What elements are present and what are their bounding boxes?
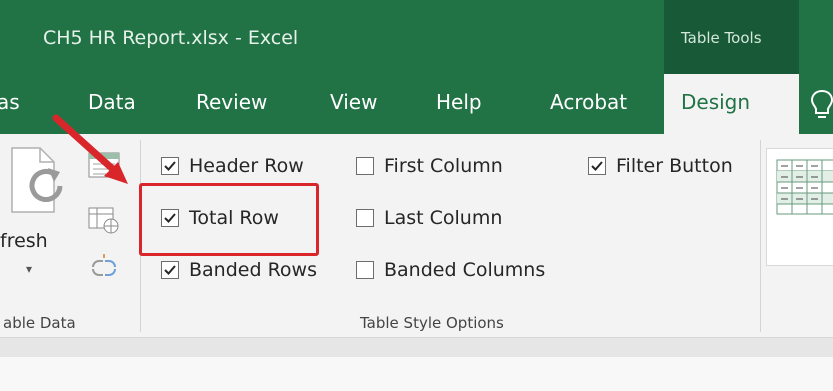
first-column-label: First Column — [384, 155, 503, 177]
filter-button-option[interactable]: Filter Button — [588, 154, 758, 182]
filter-button-label: Filter Button — [616, 155, 733, 177]
banded-columns-label: Banded Columns — [384, 259, 546, 281]
tab-help[interactable]: Help — [436, 90, 482, 114]
header-row-label: Header Row — [189, 155, 304, 177]
group-divider — [760, 140, 761, 332]
last-column-label: Last Column — [384, 207, 503, 229]
table-style-gallery[interactable] — [766, 148, 833, 266]
external-table-data-group-label: able Data — [3, 314, 76, 332]
first-column-option[interactable]: First Column — [356, 154, 536, 182]
checkmark-icon — [591, 161, 603, 171]
banded-columns-option[interactable]: Banded Columns — [356, 258, 576, 286]
refresh-dropdown-arrow[interactable]: ▾ — [26, 262, 32, 276]
tab-acrobat[interactable]: Acrobat — [550, 90, 627, 114]
ribbon-bottom-strip — [0, 337, 833, 358]
tab-design-label: Design — [681, 90, 751, 114]
lightbulb-icon[interactable] — [810, 88, 833, 122]
worksheet-area — [0, 357, 833, 391]
banded-rows-label: Banded Rows — [189, 259, 317, 281]
header-row-checkbox[interactable] — [161, 157, 179, 175]
table-style-options-group-label: Table Style Options — [360, 314, 504, 332]
header-row-option[interactable]: Header Row — [161, 154, 331, 182]
table-tools-label: Table Tools — [681, 29, 762, 47]
tab-design[interactable]: Design — [664, 74, 799, 134]
open-in-browser-icon[interactable] — [87, 206, 121, 236]
banded-rows-option[interactable]: Banded Rows — [161, 258, 341, 286]
checkmark-icon — [164, 265, 176, 275]
total-row-highlight-box — [139, 183, 319, 256]
table-style-gallery-icon[interactable] — [776, 159, 833, 215]
first-column-checkbox[interactable] — [356, 157, 374, 175]
red-arrow-annotation — [52, 114, 128, 184]
unlink-icon[interactable] — [89, 252, 119, 282]
last-column-checkbox[interactable] — [356, 209, 374, 227]
banded-rows-checkbox[interactable] — [161, 261, 179, 279]
checkmark-icon — [164, 161, 176, 171]
tab-view[interactable]: View — [330, 90, 377, 114]
tab-review[interactable]: Review — [196, 90, 267, 114]
filter-button-checkbox[interactable] — [588, 157, 606, 175]
refresh-button[interactable]: fresh — [0, 230, 48, 252]
banded-columns-checkbox[interactable] — [356, 261, 374, 279]
last-column-option[interactable]: Last Column — [356, 206, 536, 234]
table-tools-context: Table Tools — [664, 0, 799, 74]
